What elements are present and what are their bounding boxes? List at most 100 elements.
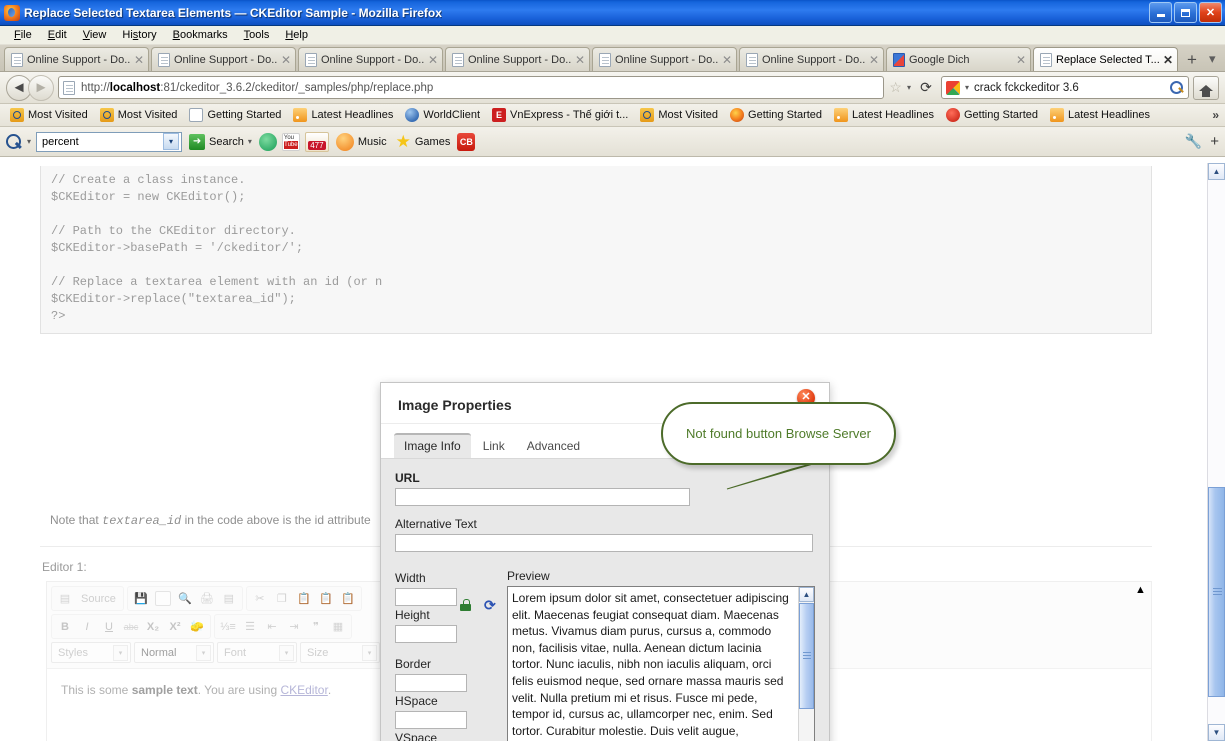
chevron-down-icon[interactable]: ▾ — [248, 137, 252, 146]
music-button[interactable]: Music — [334, 133, 389, 151]
source-label[interactable]: Source — [77, 589, 120, 608]
window-title-bar[interactable]: Replace Selected Textarea Elements — CKE… — [0, 0, 1225, 26]
bookmark-item[interactable]: Getting Started — [184, 107, 286, 123]
format-combo[interactable]: Normal▾ — [134, 642, 214, 663]
maximize-button[interactable] — [1174, 2, 1197, 23]
paste-word-icon[interactable]: 📋 — [338, 589, 358, 608]
bookmark-item[interactable]: EVnExpress - Thế giới t... — [487, 107, 633, 123]
width-input[interactable] — [395, 588, 457, 606]
bookmark-item[interactable]: Most Visited — [95, 107, 183, 123]
toolbar-search-input[interactable]: percent ▾ — [36, 132, 182, 152]
wrench-icon[interactable]: 🔧 — [1185, 133, 1202, 150]
ckeditor-link[interactable]: CKEditor — [280, 683, 327, 697]
close-icon[interactable]: ✕ — [1163, 54, 1173, 66]
url-bar[interactable]: http://localhost:81/ckeditor_3.6.2/ckedi… — [58, 76, 884, 99]
lock-ratio-icon[interactable] — [460, 599, 471, 611]
cb-icon[interactable]: CB — [457, 133, 475, 151]
bookmark-item[interactable]: Most Visited — [5, 107, 93, 123]
search-input[interactable]: crack fckckeditor 3.6 — [974, 82, 1165, 94]
div-icon[interactable]: ▦ — [328, 617, 348, 636]
underline-icon[interactable]: U — [99, 617, 119, 636]
border-input[interactable] — [395, 674, 467, 692]
superscript-icon[interactable]: X² — [165, 617, 185, 636]
tab-link[interactable]: Link — [473, 435, 515, 458]
close-icon[interactable]: ✕ — [281, 54, 291, 66]
browser-tab[interactable]: Online Support - Do... ✕ — [592, 47, 737, 71]
new-tab-button[interactable]: + — [1180, 49, 1204, 71]
minimize-button[interactable] — [1149, 2, 1172, 23]
close-button[interactable]: ✕ — [1199, 2, 1222, 23]
menu-item-view[interactable]: View — [75, 27, 115, 43]
chevron-down-icon[interactable]: ▾ — [965, 83, 969, 92]
remove-format-icon[interactable]: 🧽 — [187, 617, 207, 636]
bookmark-item[interactable]: Latest Headlines — [1045, 107, 1155, 123]
youtube-icon[interactable] — [282, 133, 300, 151]
toolbar-search-button[interactable]: ➜ Search ▾ — [187, 134, 254, 150]
height-input[interactable] — [395, 625, 457, 643]
italic-icon[interactable]: I — [77, 617, 97, 636]
page-vertical-scrollbar[interactable]: ▲ ▼ — [1207, 163, 1225, 741]
browser-tab-active[interactable]: Replace Selected T... ✕ — [1033, 47, 1178, 71]
preview-vertical-scrollbar[interactable]: ▲ ▼ — [798, 587, 814, 741]
copy-icon[interactable]: ❐ — [272, 589, 292, 608]
preview-icon[interactable]: 🔍 — [175, 589, 195, 608]
forward-button[interactable]: ► — [28, 75, 54, 101]
bulleted-list-icon[interactable]: ☰ — [240, 617, 260, 636]
bold-icon[interactable]: B — [55, 617, 75, 636]
bookmarks-overflow-icon[interactable]: » — [1212, 108, 1219, 122]
scroll-up-icon[interactable]: ▲ — [799, 587, 814, 602]
menu-item-tools[interactable]: Tools — [236, 27, 278, 43]
scroll-thumb[interactable] — [1208, 487, 1225, 697]
hspace-input[interactable] — [395, 711, 467, 729]
editor-resize-handle[interactable]: ▲ — [1135, 584, 1147, 596]
close-icon[interactable]: ✕ — [869, 54, 879, 66]
source-icon[interactable]: ▤ — [55, 589, 75, 608]
close-icon[interactable]: ✕ — [134, 54, 144, 66]
styles-combo[interactable]: Styles▾ — [51, 642, 131, 663]
viber-icon[interactable] — [259, 133, 277, 151]
outdent-icon[interactable]: ⇤ — [262, 617, 282, 636]
close-icon[interactable]: ✕ — [1016, 54, 1026, 66]
reset-size-icon[interactable]: ⟳ — [484, 599, 496, 611]
add-toolbar-icon[interactable]: + — [1210, 133, 1219, 150]
paste-icon[interactable]: 📋 — [294, 589, 314, 608]
browser-tab[interactable]: Online Support - Do... ✕ — [151, 47, 296, 71]
bookmark-item[interactable]: Most Visited — [635, 107, 723, 123]
browser-tab[interactable]: Online Support - Do... ✕ — [298, 47, 443, 71]
chevron-down-icon[interactable]: ▾ — [163, 133, 179, 150]
paste-text-icon[interactable]: 📋 — [316, 589, 336, 608]
reload-button[interactable]: ⟳ — [915, 77, 937, 99]
scroll-down-icon[interactable]: ▼ — [1208, 724, 1225, 741]
tab-list-icon[interactable]: ▾ — [1204, 47, 1221, 71]
new-page-icon[interactable] — [153, 589, 173, 608]
close-icon[interactable]: ✕ — [722, 54, 732, 66]
numbered-list-icon[interactable]: ⅓≡ — [218, 617, 238, 636]
browser-tab[interactable]: Online Support - Do... ✕ — [4, 47, 149, 71]
close-icon[interactable]: ✕ — [428, 54, 438, 66]
print-icon[interactable]: 🖨 — [197, 589, 217, 608]
google-icon[interactable] — [946, 81, 960, 95]
menu-item-history[interactable]: History — [114, 27, 164, 43]
scroll-thumb[interactable] — [799, 603, 814, 709]
bookmark-item[interactable]: Getting Started — [941, 107, 1043, 123]
bookmark-item[interactable]: WorldClient — [400, 107, 485, 123]
bookmark-star-icon[interactable]: ☆ — [888, 79, 903, 96]
cut-icon[interactable]: ✂ — [250, 589, 270, 608]
search-icon[interactable] — [1170, 81, 1184, 95]
size-combo[interactable]: Size▾ — [300, 642, 380, 663]
games-button[interactable]: ★ Games — [394, 133, 453, 150]
magnifier-icon[interactable] — [6, 134, 22, 150]
indent-icon[interactable]: ⇥ — [284, 617, 304, 636]
bookmark-item[interactable]: Latest Headlines — [288, 107, 398, 123]
tab-advanced[interactable]: Advanced — [517, 435, 590, 458]
save-icon[interactable]: 💾 — [131, 589, 151, 608]
browser-tab[interactable]: Online Support - Do... ✕ — [445, 47, 590, 71]
font-combo[interactable]: Font▾ — [217, 642, 297, 663]
menu-item-bookmarks[interactable]: Bookmarks — [165, 27, 236, 43]
bookmark-item[interactable]: Latest Headlines — [829, 107, 939, 123]
menu-item-file[interactable]: File — [6, 27, 40, 43]
blockquote-icon[interactable]: ❞ — [306, 617, 326, 636]
search-bar[interactable]: ▾ crack fckckeditor 3.6 — [941, 76, 1189, 99]
chevron-down-icon[interactable]: ▾ — [907, 83, 911, 92]
counter-477-icon[interactable] — [305, 132, 329, 152]
